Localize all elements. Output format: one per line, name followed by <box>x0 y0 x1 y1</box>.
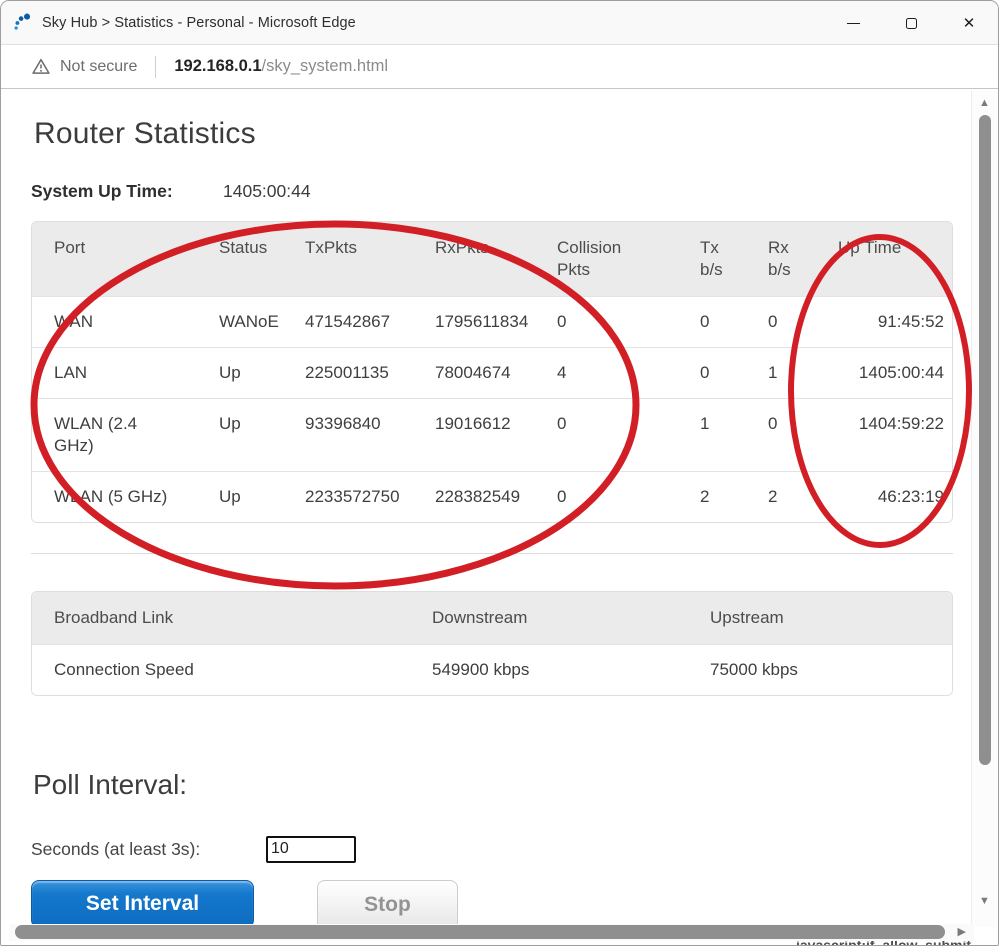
url-text[interactable]: 192.168.0.1/sky_system.html <box>174 57 388 76</box>
broadband-link-table: Broadband LinkDownstreamUpstream Connect… <box>31 591 953 696</box>
table-cell: 46:23:19 <box>816 472 952 522</box>
table-cell: 1 <box>678 399 746 471</box>
column-header: RxPkts <box>413 222 535 296</box>
column-header: Up Time <box>816 222 952 296</box>
table-cell: 0 <box>746 297 816 347</box>
router-stats-table: PortStatusTxPktsRxPktsCollision PktsTx b… <box>31 221 953 523</box>
table-cell: 1404:59:22 <box>816 399 952 471</box>
scroll-down-icon[interactable]: ▼ <box>972 895 997 907</box>
table-cell: Connection Speed <box>32 645 410 695</box>
sky-hub-favicon-icon <box>11 12 33 34</box>
poll-interval-title: Poll Interval: <box>33 768 998 802</box>
table-cell: 4 <box>535 348 678 398</box>
stats-table-body: WANWANoE471542867179561183400091:45:52LA… <box>32 296 952 522</box>
stop-button[interactable]: Stop <box>317 880 458 930</box>
set-interval-button[interactable]: Set Interval <box>31 880 254 928</box>
table-cell: 2233572750 <box>283 472 413 522</box>
table-cell: Up <box>197 348 283 398</box>
title-bar: Sky Hub > Statistics - Personal - Micros… <box>1 1 998 45</box>
poll-buttons-row: Set Interval Stop <box>31 880 998 930</box>
table-row: WLAN (2.4 GHz)Up93396840190166120101404:… <box>32 398 952 471</box>
column-header: TxPkts <box>283 222 413 296</box>
table-row: Connection Speed549900 kbps75000 kbps <box>32 644 952 695</box>
broadband-table-header: Broadband LinkDownstreamUpstream <box>32 592 952 644</box>
column-header: Broadband Link <box>32 592 410 644</box>
table-cell: 225001135 <box>283 348 413 398</box>
table-cell: 1 <box>746 348 816 398</box>
table-cell: 78004674 <box>413 348 535 398</box>
minimize-button[interactable] <box>824 1 882 45</box>
page-title: Router Statistics <box>34 117 998 151</box>
browser-window: Sky Hub > Statistics - Personal - Micros… <box>0 0 999 946</box>
table-cell: 228382549 <box>413 472 535 522</box>
system-uptime-label: System Up Time: <box>31 181 223 202</box>
table-cell: Up <box>197 472 283 522</box>
broadband-table-body: Connection Speed549900 kbps75000 kbps <box>32 644 952 695</box>
maximize-button[interactable] <box>882 1 940 45</box>
table-cell: 2 <box>746 472 816 522</box>
table-row: WLAN (5 GHz)Up223357275022838254902246:2… <box>32 471 952 522</box>
table-row: WANWANoE471542867179561183400091:45:52 <box>32 296 952 347</box>
table-cell: WANoE <box>197 297 283 347</box>
table-cell: Up <box>197 399 283 471</box>
minimize-icon <box>847 23 860 24</box>
window-title: Sky Hub > Statistics - Personal - Micros… <box>42 15 356 31</box>
table-cell: 549900 kbps <box>410 645 688 695</box>
window-controls: ✕ <box>824 1 998 45</box>
table-cell: 0 <box>678 297 746 347</box>
horizontal-scrollbar-thumb[interactable] <box>15 925 945 939</box>
table-cell: 2 <box>678 472 746 522</box>
maximize-icon <box>906 18 917 29</box>
stats-table-header: PortStatusTxPktsRxPktsCollision PktsTx b… <box>32 222 952 296</box>
table-cell: 0 <box>746 399 816 471</box>
table-cell: 91:45:52 <box>816 297 952 347</box>
poll-seconds-row: Seconds (at least 3s): <box>31 834 998 864</box>
scroll-right-icon[interactable]: ▶ <box>958 925 966 938</box>
close-icon: ✕ <box>963 16 976 31</box>
table-cell: 0 <box>535 399 678 471</box>
url-host: 192.168.0.1 <box>174 57 261 75</box>
table-cell: LAN <box>32 348 197 398</box>
table-cell: 1405:00:44 <box>816 348 952 398</box>
column-header: Upstream <box>688 592 952 644</box>
column-header: Status <box>197 222 283 296</box>
section-divider <box>31 553 953 554</box>
url-path: /sky_system.html <box>262 57 389 75</box>
system-uptime-row: System Up Time:1405:00:44 <box>31 181 998 203</box>
seconds-label: Seconds (at least 3s): <box>31 839 266 860</box>
table-cell: WLAN (2.4 GHz) <box>32 399 197 471</box>
not-secure-warning-icon[interactable] <box>31 57 51 76</box>
table-cell: WLAN (5 GHz) <box>32 472 197 522</box>
column-header: Port <box>32 222 197 296</box>
close-button[interactable]: ✕ <box>940 1 998 45</box>
vertical-scrollbar-thumb[interactable] <box>979 115 991 765</box>
column-header: Tx b/s <box>678 222 746 296</box>
table-cell: 471542867 <box>283 297 413 347</box>
table-cell: 0 <box>535 472 678 522</box>
column-header: Collision Pkts <box>535 222 678 296</box>
column-header: Downstream <box>410 592 688 644</box>
vertical-scrollbar[interactable]: ▲ ▼ <box>971 91 997 927</box>
table-cell: WAN <box>32 297 197 347</box>
table-cell: 19016612 <box>413 399 535 471</box>
address-divider <box>155 56 156 78</box>
table-cell: 75000 kbps <box>688 645 952 695</box>
system-uptime-value: 1405:00:44 <box>223 181 311 201</box>
table-row: LANUp225001135780046744011405:00:44 <box>32 347 952 398</box>
table-cell: 0 <box>678 348 746 398</box>
security-status-label[interactable]: Not secure <box>60 58 137 76</box>
table-cell: 0 <box>535 297 678 347</box>
table-cell: 1795611834 <box>413 297 535 347</box>
address-bar[interactable]: Not secure 192.168.0.1/sky_system.html <box>1 45 998 89</box>
table-cell: 93396840 <box>283 399 413 471</box>
poll-interval-input[interactable] <box>266 836 356 863</box>
scroll-up-icon[interactable]: ▲ <box>972 97 997 109</box>
page-content: Router Statistics System Up Time:1405:00… <box>1 89 998 945</box>
horizontal-scrollbar[interactable]: ▶ <box>9 924 974 941</box>
column-header: Rx b/s <box>746 222 816 296</box>
